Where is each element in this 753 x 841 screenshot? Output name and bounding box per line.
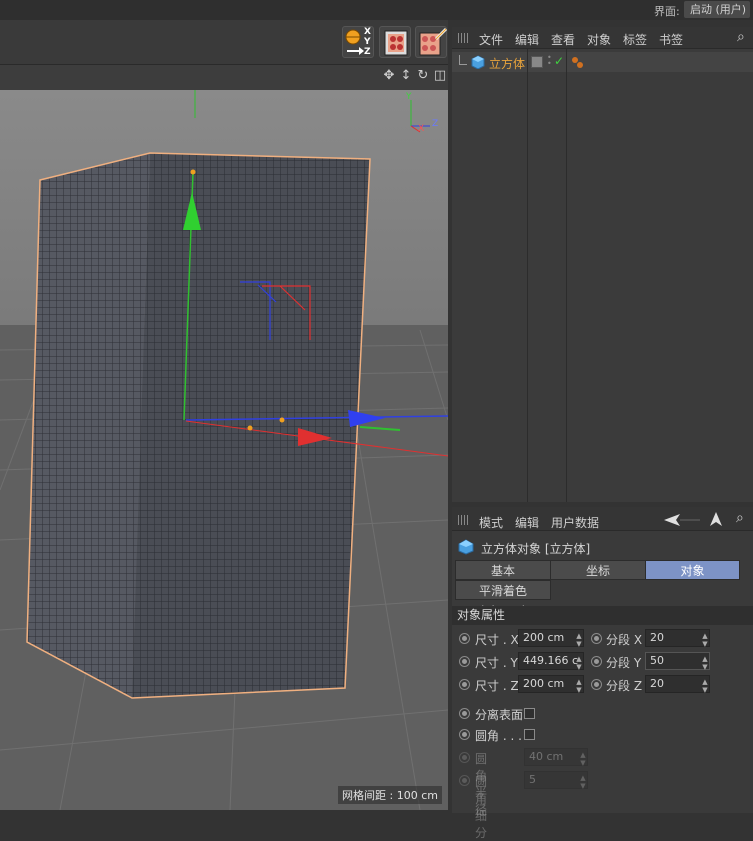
mini-axis-z-label: Z bbox=[432, 119, 439, 129]
keyframe-radio[interactable] bbox=[591, 679, 602, 690]
separate-surfaces-label: 分离表面 bbox=[475, 708, 524, 722]
render-region-button[interactable] bbox=[379, 26, 411, 58]
menu-bookmarks[interactable]: 书签 bbox=[659, 31, 683, 48]
tab-basic[interactable]: 基本 bbox=[455, 560, 551, 580]
tree-line bbox=[459, 55, 467, 65]
keyframe-radio[interactable] bbox=[459, 656, 470, 667]
cube-left-face bbox=[27, 153, 150, 698]
material-tag-icon[interactable] bbox=[570, 55, 584, 72]
keyframe-radio[interactable] bbox=[459, 729, 470, 740]
size-y-label: 尺寸 . Y bbox=[475, 656, 518, 670]
keyframe-radio[interactable] bbox=[459, 633, 470, 644]
menu-user-data[interactable]: 用户数据 bbox=[551, 514, 599, 531]
layout-select[interactable]: 启动 (用户) bbox=[684, 1, 750, 18]
keyframe-radio bbox=[459, 752, 470, 763]
menu-file[interactable]: 文件 bbox=[479, 31, 503, 48]
menu-mode[interactable]: 模式 bbox=[479, 514, 503, 531]
segments-x-stepper[interactable]: ▲ ▼ bbox=[701, 632, 709, 648]
render-settings-icon bbox=[419, 27, 448, 56]
separate-surfaces-checkbox[interactable] bbox=[524, 708, 535, 719]
cube-front-face bbox=[132, 153, 370, 698]
viewport-scene bbox=[0, 90, 448, 810]
segments-z-stepper[interactable]: ▲ ▼ bbox=[701, 678, 709, 694]
keyframe-radio[interactable] bbox=[459, 708, 470, 719]
segments-y-stepper[interactable]: ▲ ▼ bbox=[701, 655, 709, 671]
column-divider bbox=[566, 49, 567, 502]
move-view-icon[interactable]: ✥ bbox=[382, 69, 396, 83]
cube-object-icon bbox=[471, 55, 485, 72]
menu-tags[interactable]: 标签 bbox=[623, 31, 647, 48]
keyframe-radio[interactable] bbox=[459, 679, 470, 690]
segments-y-label: 分段 Y bbox=[606, 656, 642, 670]
maximize-view-icon[interactable]: ◫ bbox=[433, 69, 447, 83]
tab-phong[interactable]: 平滑着色(Phong) bbox=[455, 580, 551, 618]
rotate-view-icon[interactable]: ↻ bbox=[416, 69, 430, 83]
grid-spacing-label: 网格间距 : 100 cm bbox=[338, 786, 442, 804]
keyframe-radio[interactable] bbox=[591, 656, 602, 667]
size-x-stepper[interactable]: ▲ ▼ bbox=[575, 632, 583, 648]
search-icon[interactable]: ⌕ bbox=[736, 510, 744, 526]
attributes-title: 立方体对象 [立方体] bbox=[481, 542, 591, 556]
viewport-header bbox=[0, 64, 448, 90]
panel-grip-icon[interactable] bbox=[458, 33, 470, 43]
menu-objects[interactable]: 对象 bbox=[587, 31, 611, 48]
fillet-checkbox[interactable] bbox=[524, 729, 535, 740]
mini-axis-x-label: X bbox=[418, 124, 425, 134]
visibility-dots-icon[interactable]: • • bbox=[547, 54, 552, 68]
back-arrow-icon[interactable] bbox=[664, 513, 704, 530]
render-settings-button[interactable] bbox=[415, 26, 448, 58]
section-object-properties: 对象属性 bbox=[452, 606, 753, 625]
fillet-subdivision-stepper: ▲ ▼ bbox=[580, 774, 586, 790]
fillet-label: 圆角 . . . . bbox=[475, 729, 530, 743]
3d-viewport[interactable]: Y Z X 网格间距 : 100 cm bbox=[0, 90, 448, 810]
tab-coordinates[interactable]: 坐标 bbox=[550, 560, 646, 580]
segments-x-label: 分段 X bbox=[606, 633, 643, 647]
column-divider bbox=[527, 49, 528, 502]
enabled-check-icon[interactable]: ✓ bbox=[554, 54, 564, 68]
object-name[interactable]: 立方体 bbox=[489, 55, 525, 72]
mini-axis-y-label: Y bbox=[406, 92, 412, 102]
cube-object-icon bbox=[458, 539, 474, 558]
size-z-stepper[interactable]: ▲ ▼ bbox=[575, 678, 583, 694]
layer-icon[interactable] bbox=[531, 56, 543, 68]
size-z-label: 尺寸 . Z bbox=[475, 679, 519, 693]
object-manager-panel bbox=[452, 27, 753, 502]
fillet-subdivision-label: 圆角细分 bbox=[475, 775, 488, 840]
menu-view[interactable]: 查看 bbox=[551, 31, 575, 48]
top-bar bbox=[0, 0, 753, 20]
keyframe-radio bbox=[459, 775, 470, 786]
zoom-view-icon[interactable]: ↕ bbox=[399, 69, 413, 83]
axis-lock-labels: XYZ bbox=[364, 27, 371, 57]
size-x-label: 尺寸 . X bbox=[475, 633, 519, 647]
menu-edit[interactable]: 编辑 bbox=[515, 31, 539, 48]
keyframe-radio[interactable] bbox=[591, 633, 602, 644]
segments-z-label: 分段 Z bbox=[606, 679, 643, 693]
up-arrow-icon[interactable] bbox=[709, 512, 723, 531]
film-render-icon bbox=[384, 30, 408, 56]
menu-edit[interactable]: 编辑 bbox=[515, 514, 539, 531]
size-y-stepper[interactable]: ▲ ▼ bbox=[575, 655, 583, 671]
panel-grip-icon[interactable] bbox=[458, 515, 470, 525]
search-icon[interactable]: ⌕ bbox=[737, 29, 745, 45]
tab-object[interactable]: 对象 bbox=[645, 560, 740, 580]
fillet-radius-stepper: ▲ ▼ bbox=[580, 751, 586, 767]
layout-label: 界面: bbox=[654, 5, 680, 18]
